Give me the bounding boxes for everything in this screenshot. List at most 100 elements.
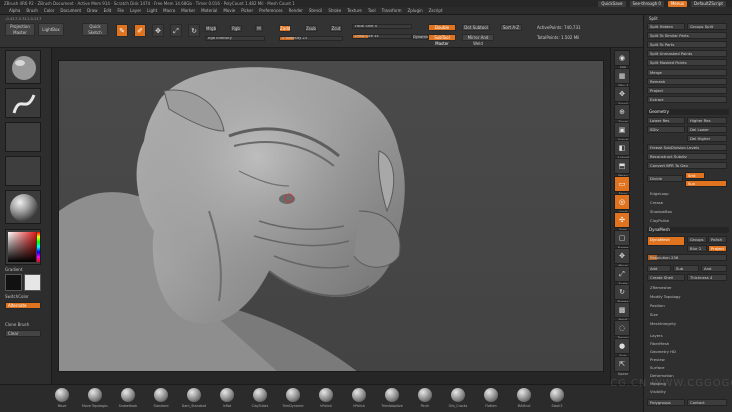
- menu-item[interactable]: Alpha: [6, 8, 23, 13]
- brush-sphere-icon[interactable]: [55, 388, 69, 402]
- lightbox-button[interactable]: LightBox: [38, 23, 64, 36]
- menu-item[interactable]: Light: [144, 8, 160, 13]
- draw-size-slider[interactable]: Draw Size 34: [352, 34, 412, 39]
- sort-az-button[interactable]: Sort A-Z: [500, 24, 522, 31]
- rotate-mode-button[interactable]: ↻: [188, 24, 200, 37]
- lower-res-button[interactable]: Lower Res: [647, 117, 685, 124]
- right-shelf-dynamic-persp-button[interactable]: ⬒: [614, 158, 630, 174]
- menu-item[interactable]: Color: [41, 8, 57, 13]
- brush-sphere-icon[interactable]: [550, 388, 564, 402]
- higher-res-button[interactable]: Higher Res: [687, 117, 727, 124]
- menu-item[interactable]: Tool: [365, 8, 379, 13]
- right-shelf-xyz-button[interactable]: ✣: [614, 212, 630, 228]
- z-intensity-slider[interactable]: Z Intensity 23: [279, 36, 343, 41]
- brush-sphere-icon[interactable]: [319, 388, 333, 402]
- m-button[interactable]: M: [255, 25, 263, 32]
- suv-toggle[interactable]: Suv: [685, 180, 727, 187]
- split-hidden-button[interactable]: Split Hidden: [647, 23, 685, 30]
- dynamesh-button[interactable]: DynaMesh: [647, 236, 685, 246]
- sub-button[interactable]: Sub: [673, 265, 699, 272]
- current-alpha-thumbnail[interactable]: [5, 122, 41, 152]
- menu-item[interactable]: Brush: [23, 8, 41, 13]
- main-color-swatch[interactable]: [5, 274, 22, 291]
- zcut-button[interactable]: Zcut: [330, 25, 342, 32]
- split-unmasked-button[interactable]: Split Unmasked Points: [647, 50, 727, 57]
- split-header[interactable]: Split: [647, 16, 729, 22]
- zremesher-item[interactable]: ZRemesher: [650, 285, 672, 290]
- brush-sphere-icon[interactable]: [88, 388, 102, 402]
- menu-item[interactable]: Stroke: [325, 8, 344, 13]
- right-shelf-local-button[interactable]: ◎: [614, 194, 630, 210]
- split-parts-button[interactable]: Split To Parts: [647, 41, 727, 48]
- claypolish-item[interactable]: ClayPolish: [650, 218, 669, 223]
- del-lower-button[interactable]: Del Lower: [687, 126, 727, 133]
- groups-toggle[interactable]: Groups: [687, 236, 707, 243]
- split-masked-button[interactable]: Split Masked Points: [647, 59, 727, 66]
- default-zscript-button[interactable]: DefaultZScript: [691, 0, 726, 7]
- split-similar-button[interactable]: Split To Similar Parts: [647, 32, 727, 39]
- right-shelf-move-button[interactable]: ✥: [614, 248, 630, 264]
- groups-split-button[interactable]: Groups Split: [687, 23, 727, 30]
- extract-button[interactable]: Extract: [647, 96, 727, 103]
- tray-subpalette-item[interactable]: Layers: [650, 333, 663, 338]
- mrgb-button[interactable]: Mrgb: [205, 25, 217, 32]
- blur-slider[interactable]: Blur 2: [687, 245, 707, 252]
- right-shelf-aahalf-button[interactable]: ◧: [614, 140, 630, 156]
- polish-toggle[interactable]: Polish: [708, 236, 727, 243]
- convert-bpr-button[interactable]: Convert BPR To Geo: [647, 162, 727, 169]
- menu-item[interactable]: Zplugin: [405, 8, 426, 13]
- move-mode-button[interactable]: ✥: [152, 24, 164, 37]
- menu-item[interactable]: Transform: [379, 8, 405, 13]
- switch-color-button[interactable]: SwitchColor: [5, 294, 29, 299]
- zadd-button[interactable]: Zadd: [279, 25, 291, 32]
- subtool-master-button[interactable]: SubTool Master: [428, 34, 456, 46]
- and-button[interactable]: And: [701, 265, 727, 272]
- right-shelf-frame-button[interactable]: ▢: [614, 230, 630, 246]
- menus-toggle[interactable]: Menus: [667, 0, 688, 7]
- divide-button[interactable]: Divide: [647, 175, 683, 182]
- color-saturation-field[interactable]: [8, 232, 36, 262]
- right-shelf-zoom-button[interactable]: ⊕: [614, 104, 630, 120]
- menu-item[interactable]: Zscript: [426, 8, 446, 13]
- current-stroke-thumbnail[interactable]: [5, 88, 41, 118]
- menu-item[interactable]: Texture: [344, 8, 365, 13]
- tray-subpalette-item[interactable]: Visibility: [650, 389, 666, 394]
- menu-item[interactable]: Draw: [84, 8, 100, 13]
- double-button[interactable]: Double: [428, 24, 456, 31]
- menu-item[interactable]: Stencil: [306, 8, 326, 13]
- position-item[interactable]: Position: [650, 303, 665, 308]
- secondary-color-swatch[interactable]: [24, 274, 41, 291]
- dynamesh-header[interactable]: DynaMesh: [647, 227, 729, 233]
- current-material-thumbnail[interactable]: [5, 190, 41, 224]
- zsub-button[interactable]: Zsub: [305, 25, 317, 32]
- contact-item[interactable]: Contact: [687, 399, 727, 406]
- color-picker[interactable]: [5, 229, 41, 265]
- projection-master-button[interactable]: Projection Master: [5, 23, 35, 36]
- brush-sphere-icon[interactable]: [187, 388, 201, 402]
- brush-sphere-icon[interactable]: [517, 388, 531, 402]
- right-shelf-polyf-button[interactable]: ▩: [614, 302, 630, 318]
- scale-mode-button[interactable]: ⤢: [170, 24, 182, 37]
- project-toggle[interactable]: Project: [708, 245, 727, 252]
- right-shelf-solo-button[interactable]: ●: [614, 338, 630, 354]
- freeze-subdiv-button[interactable]: Freeze SubDivision Levels: [647, 144, 727, 151]
- right-shelf-actual-button[interactable]: ▣: [614, 122, 630, 138]
- menu-item[interactable]: Macro: [160, 8, 178, 13]
- brush-sphere-icon[interactable]: [121, 388, 135, 402]
- menu-item[interactable]: Edit: [101, 8, 115, 13]
- right-shelf-floor-button[interactable]: ▭: [614, 176, 630, 192]
- del-higher-button[interactable]: Del Higher: [687, 135, 727, 142]
- merge-button[interactable]: Merge: [647, 69, 727, 76]
- menu-item[interactable]: File: [114, 8, 127, 13]
- brush-sphere-icon[interactable]: [385, 388, 399, 402]
- alternate-button[interactable]: Alternate: [5, 302, 41, 309]
- rgb-button[interactable]: Rgb: [230, 25, 242, 32]
- edgeloop-item[interactable]: EdgeLoop: [650, 191, 669, 196]
- sdiv-slider[interactable]: SDiv: [647, 126, 685, 133]
- brush-sphere-icon[interactable]: [286, 388, 300, 402]
- menu-item[interactable]: Picker: [238, 8, 256, 13]
- right-shelf-bpr-button[interactable]: ◉: [614, 50, 630, 66]
- right-shelf-xpose-button[interactable]: ⇱: [614, 356, 630, 372]
- brush-sphere-icon[interactable]: [253, 388, 267, 402]
- edit-mode-button[interactable]: ✎: [116, 24, 128, 37]
